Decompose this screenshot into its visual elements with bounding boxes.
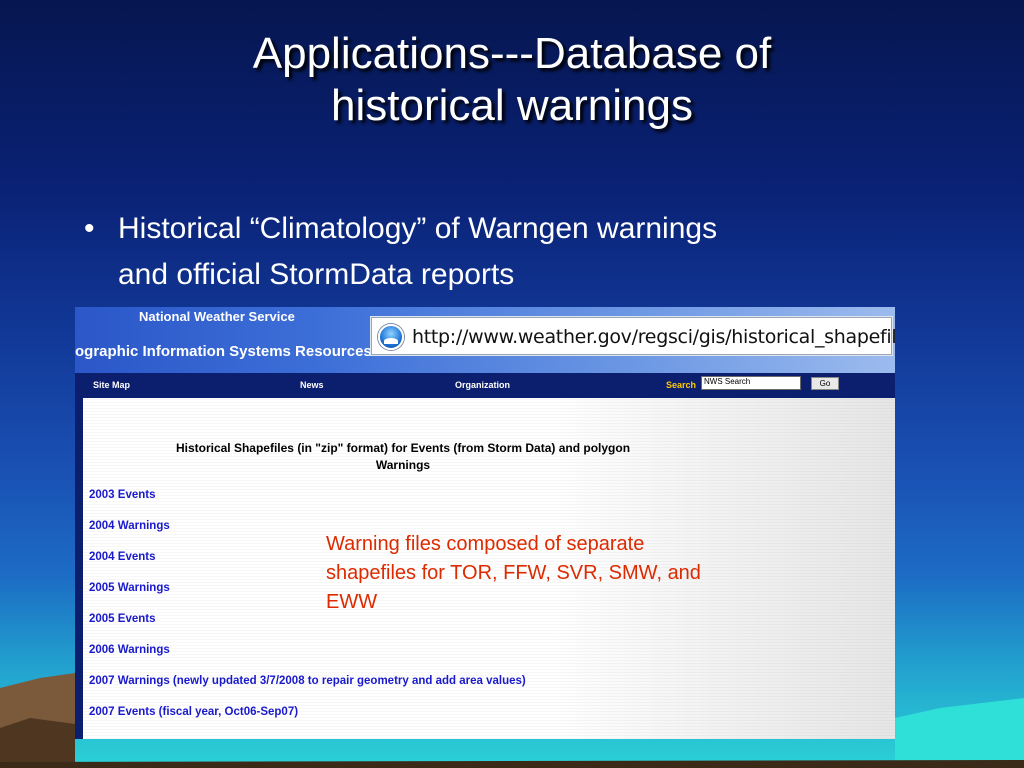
gis-banner: ographic Information Systems Resources <box>75 343 372 360</box>
page-heading-line-1: Historical Shapefiles (in "zip" format) … <box>175 441 631 455</box>
bullet-icon: • <box>84 212 95 245</box>
link-2007-warnings[interactable]: 2007 Warnings (newly updated 3/7/2008 to… <box>89 675 526 687</box>
link-2005-events[interactable]: 2005 Events <box>89 613 156 625</box>
page-heading-line-2: Warnings <box>375 458 431 472</box>
link-2004-warnings[interactable]: 2004 Warnings <box>89 520 170 532</box>
note-line-1: Warning files composed of separate <box>326 533 645 555</box>
nav-organization-link[interactable]: Organization <box>455 380 510 390</box>
bullet-text: Historical “Climatology” of Warngen warn… <box>118 206 938 298</box>
bullet-line-2: and official StormData reports <box>118 258 515 291</box>
website-screenshot: National Weather Service ographic Inform… <box>75 307 895 739</box>
search-input[interactable]: NWS Search <box>701 376 801 390</box>
note-line-2: shapefiles for TOR, FFW, SVR, SMW, and <box>326 562 701 584</box>
link-2006-warnings[interactable]: 2006 Warnings <box>89 644 170 656</box>
search-label: Search <box>666 380 697 390</box>
url-text[interactable]: http://www.weather.gov/regsci/gis/histor… <box>412 326 895 348</box>
link-2007-events[interactable]: 2007 Events (fiscal year, Oct06-Sep07) <box>89 706 298 718</box>
site-header: National Weather Service ographic Inform… <box>75 307 895 373</box>
go-button[interactable]: Go <box>811 377 839 390</box>
link-2003-events[interactable]: 2003 Events <box>89 489 156 501</box>
noaa-logo-icon <box>378 324 404 350</box>
link-2005-warnings[interactable]: 2005 Warnings <box>89 582 170 594</box>
nav-site-map-link[interactable]: Site Map <box>93 380 130 390</box>
bullet-line-1: Historical “Climatology” of Warngen warn… <box>118 212 718 245</box>
slide-title-line-2: historical warnings <box>331 81 693 130</box>
nav-news-link[interactable]: News <box>300 380 324 390</box>
note-line-3: EWW <box>326 591 378 613</box>
annotation-note: Warning files composed of separate shape… <box>326 530 836 617</box>
slide-title: Applications---Database of historical wa… <box>60 28 964 132</box>
nav-bar: Site Map News Organization Search NWS Se… <box>75 373 895 398</box>
address-bar[interactable]: http://www.weather.gov/regsci/gis/histor… <box>371 317 895 355</box>
agency-name: National Weather Service <box>139 309 295 324</box>
page-heading: Historical Shapefiles (in "zip" format) … <box>103 440 703 474</box>
link-2004-events[interactable]: 2004 Events <box>89 551 156 563</box>
slide-title-line-1: Applications---Database of <box>252 29 772 78</box>
